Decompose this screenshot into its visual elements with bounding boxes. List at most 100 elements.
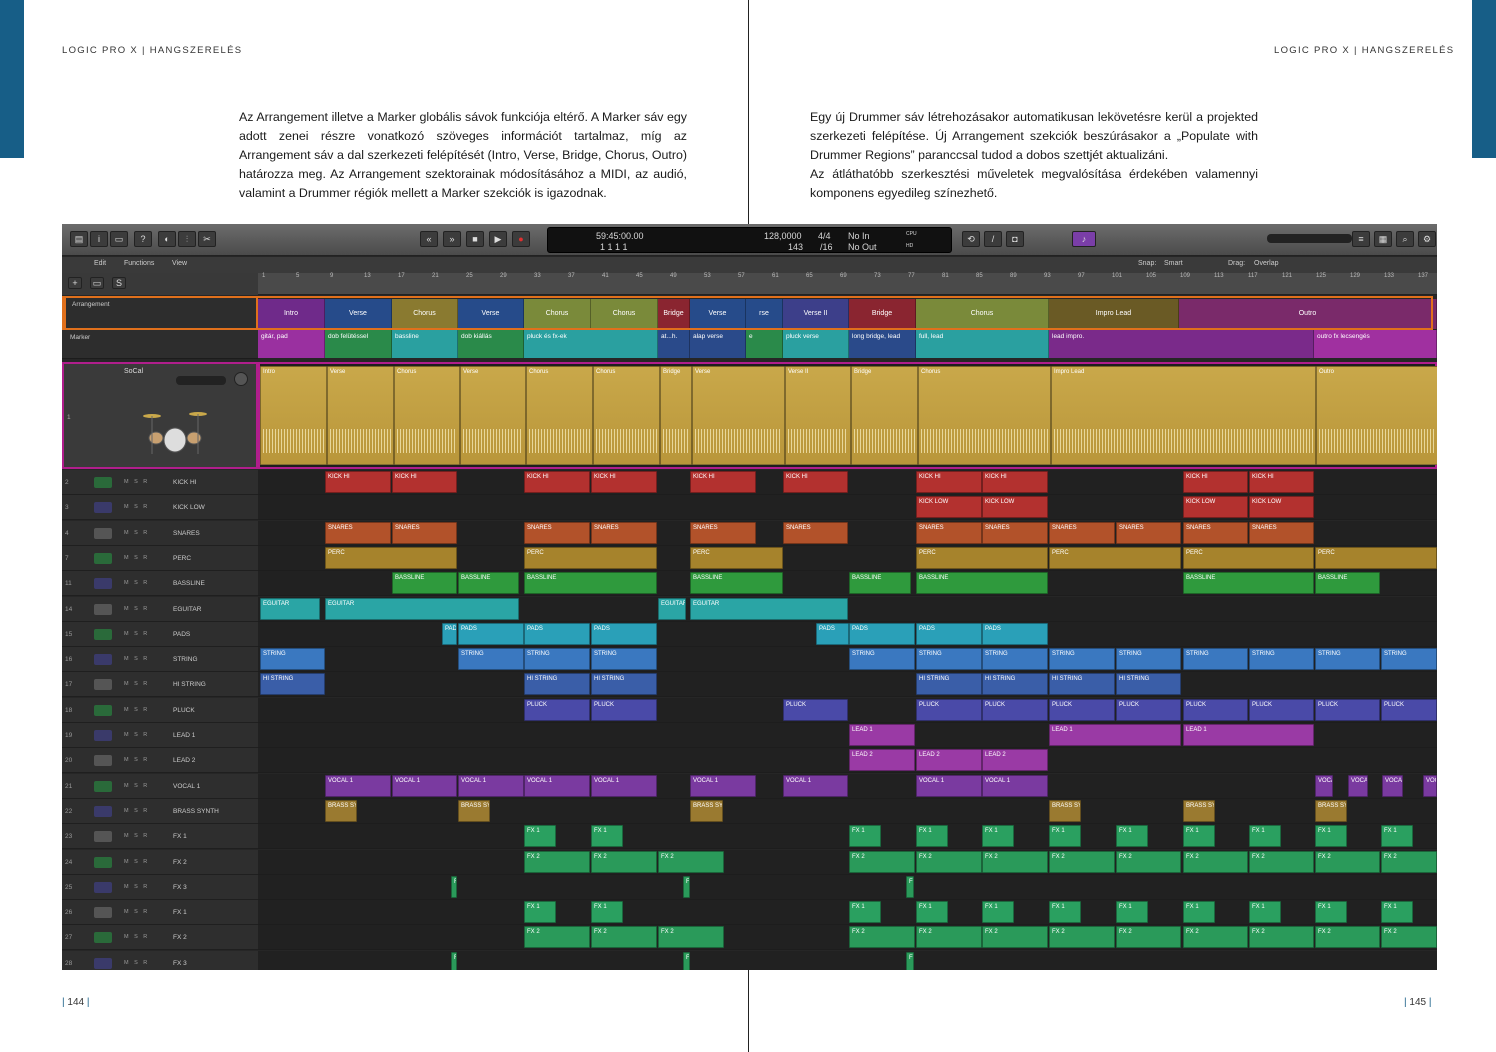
region[interactable]: VOCAL 1 <box>982 774 1048 797</box>
region[interactable]: FX 2 <box>1315 850 1380 873</box>
track-header[interactable]: 4 M S R SNARES <box>62 520 258 546</box>
region[interactable]: FX 1 <box>1049 901 1081 924</box>
region[interactable]: PLUCK <box>1249 698 1314 721</box>
drummer-region[interactable]: Chorus <box>526 366 593 465</box>
region[interactable]: VOCAL 1 <box>458 774 524 797</box>
region[interactable]: PLUCK <box>982 698 1048 721</box>
tuner-icon[interactable]: / <box>984 231 1002 247</box>
region[interactable]: HI STRING <box>524 673 590 696</box>
drummer-pan-knob[interactable] <box>234 372 248 386</box>
arrangement-section[interactable]: Verse <box>458 299 524 329</box>
region[interactable]: KICK HI <box>325 471 391 493</box>
region[interactable]: BRASS SY <box>1049 799 1081 822</box>
region[interactable]: PADS <box>458 622 524 645</box>
region[interactable]: HI STRING <box>260 673 325 696</box>
track-header[interactable]: 27 M S R FX 2 <box>62 925 258 951</box>
mute-solo-record-buttons[interactable]: M S R <box>124 859 149 865</box>
region[interactable]: KICK LOW <box>1249 496 1314 519</box>
region[interactable]: FX 2 <box>1381 926 1437 949</box>
cycle-icon[interactable]: ⟲ <box>962 231 980 247</box>
region[interactable]: FX 2 <box>1116 850 1181 873</box>
region[interactable]: FX 2 <box>591 926 657 949</box>
region[interactable]: BRASS SY <box>690 799 723 822</box>
region[interactable]: STRING <box>1315 648 1380 671</box>
region[interactable]: HI STRING <box>1116 673 1181 696</box>
region[interactable]: FX 1 <box>1116 901 1148 924</box>
arrangement-section[interactable]: Chorus <box>524 299 591 329</box>
region[interactable]: FX 2 <box>524 926 590 949</box>
region[interactable]: BRASS SY <box>1183 799 1215 822</box>
region[interactable]: PLUCK <box>1183 698 1248 721</box>
track-header[interactable]: 16 M S R STRING <box>62 647 258 673</box>
drummer-region[interactable]: Bridge <box>851 366 918 465</box>
mute-solo-record-buttons[interactable]: M S R <box>124 884 149 890</box>
region[interactable]: SNARES <box>690 521 756 544</box>
region[interactable]: FX 2 <box>982 850 1048 873</box>
region[interactable]: FX 2 <box>916 926 982 949</box>
region[interactable]: SNARES <box>325 521 391 544</box>
region[interactable]: SNARES <box>1049 521 1115 544</box>
marker-section[interactable]: at...h. <box>658 330 690 358</box>
region[interactable]: FX 2 <box>1315 926 1380 949</box>
library-icon[interactable]: ▤ <box>70 231 88 247</box>
region[interactable]: FX 1 <box>1249 901 1281 924</box>
region[interactable]: FX 1 <box>916 901 948 924</box>
marker-section[interactable]: pluck verse <box>783 330 849 358</box>
notepad-icon[interactable]: ▦ <box>1374 231 1392 247</box>
region[interactable]: PERC <box>524 546 657 569</box>
region[interactable]: KICK HI <box>524 471 590 493</box>
mute-solo-record-buttons[interactable]: M S R <box>124 606 149 612</box>
drummer-track-header[interactable]: 1 SoCal <box>62 362 258 469</box>
region[interactable]: KICK HI <box>783 471 848 493</box>
track-header[interactable]: 11 M S R BASSLINE <box>62 571 258 597</box>
region[interactable]: BRASS SY <box>458 799 490 822</box>
region[interactable]: PADS <box>816 622 849 645</box>
region[interactable]: VOCAL 1 <box>392 774 457 797</box>
region[interactable]: KICK HI <box>392 471 457 493</box>
region[interactable]: BASSLINE <box>849 572 911 595</box>
region[interactable]: KICK LOW <box>1183 496 1248 519</box>
track-header[interactable]: 19 M S R LEAD 1 <box>62 723 258 748</box>
region[interactable]: FX 1 <box>849 901 881 924</box>
editors-icon[interactable]: ✂ <box>198 231 216 247</box>
track-header[interactable]: 20 M S R LEAD 2 <box>62 748 258 774</box>
drummer-region[interactable]: Intro <box>260 366 327 465</box>
region[interactable]: PLUCK <box>1381 698 1437 721</box>
mute-solo-record-buttons[interactable]: M S R <box>124 757 149 763</box>
region[interactable]: SNARES <box>916 521 982 544</box>
mute-solo-record-buttons[interactable]: M S R <box>124 707 149 713</box>
region[interactable]: FX 1 <box>591 901 623 924</box>
region[interactable]: F <box>906 875 914 898</box>
region[interactable]: VOCAL 1 <box>1423 774 1437 797</box>
region[interactable]: VOCAL 1 <box>591 774 657 797</box>
track-header[interactable]: 2 M S R KICK HI <box>62 470 258 495</box>
solo-icon[interactable]: ◘ <box>1006 231 1024 247</box>
region[interactable]: FX 2 <box>658 926 724 949</box>
region[interactable]: KICK HI <box>982 471 1048 493</box>
mute-solo-record-buttons[interactable]: M S R <box>124 934 149 940</box>
region[interactable]: FX 2 <box>524 850 590 873</box>
solo-button[interactable]: S <box>112 277 126 289</box>
arrangement-section[interactable]: Bridge <box>849 299 916 329</box>
region[interactable]: PADS <box>916 622 982 645</box>
region[interactable]: SNARES <box>1249 521 1314 544</box>
region[interactable]: EGUITAR <box>658 597 686 620</box>
mute-solo-record-buttons[interactable]: M S R <box>124 783 149 789</box>
marker-section[interactable]: long bridge, lead <box>849 330 916 358</box>
region[interactable]: BASSLINE <box>1315 572 1380 595</box>
region[interactable]: STRING <box>458 648 524 671</box>
region[interactable]: VOCAL 1 <box>524 774 590 797</box>
arrangement-section[interactable]: Intro <box>258 299 325 329</box>
region[interactable]: VOCAL 1 <box>690 774 756 797</box>
region[interactable]: PADS <box>849 622 915 645</box>
snap-select[interactable]: Smart <box>1164 260 1183 267</box>
folder-icon[interactable]: ▭ <box>90 277 104 289</box>
drummer-region[interactable]: Verse <box>327 366 394 465</box>
browser-icon[interactable]: ⚙ <box>1418 231 1436 247</box>
marker-section[interactable]: dob kiállás <box>458 330 524 358</box>
mute-solo-record-buttons[interactable]: M S R <box>124 681 149 687</box>
region[interactable]: FX 2 <box>849 926 915 949</box>
drummer-region[interactable]: Chorus <box>918 366 1051 465</box>
search-icon[interactable]: ⌕ <box>1396 231 1414 247</box>
region[interactable]: SNARES <box>783 521 848 544</box>
